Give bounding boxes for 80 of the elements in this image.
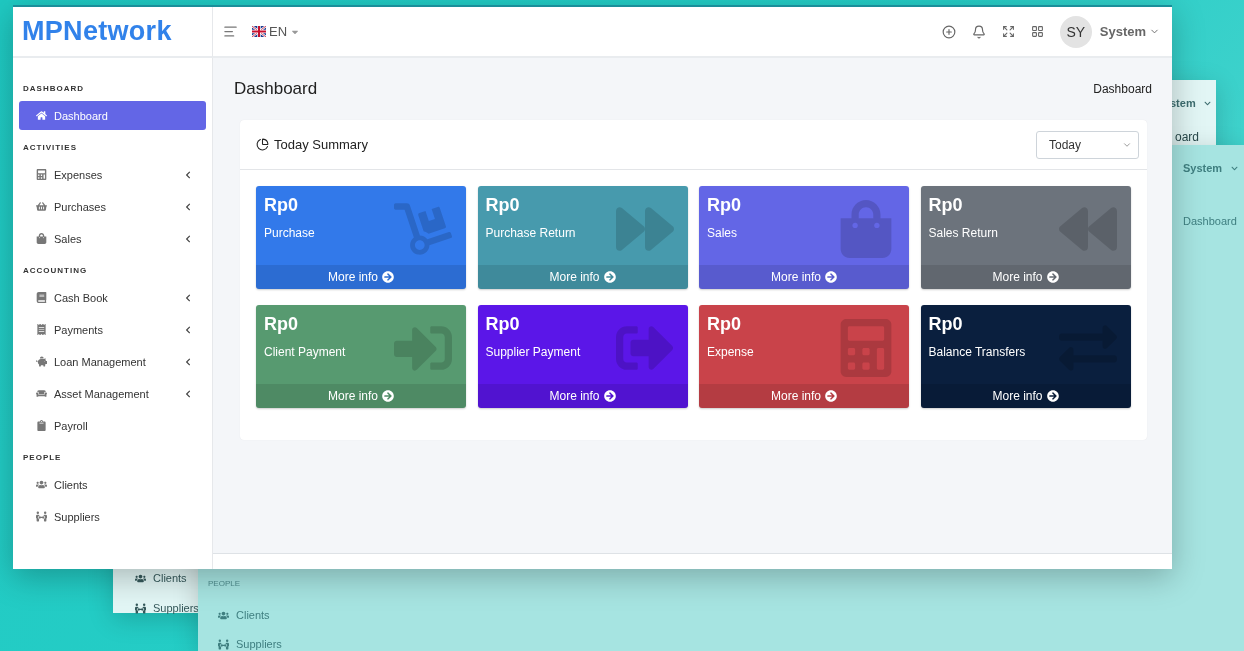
card-amount: Rp0 <box>928 314 964 335</box>
more-info-link[interactable]: More info <box>256 384 466 408</box>
card-label: Purchase Return <box>485 226 577 240</box>
sidebar-item[interactable]: Sales <box>19 224 206 253</box>
panel-title: Today Summary <box>256 137 368 152</box>
card-label: Supplier Payment <box>485 345 582 359</box>
plus-circle-icon[interactable] <box>941 24 956 39</box>
card-amount: Rp0 <box>264 195 299 216</box>
pie-chart-icon <box>256 138 269 151</box>
breadcrumb: Dashboard <box>1093 82 1152 96</box>
user-menu[interactable]: System <box>1099 24 1160 39</box>
sidebar-item[interactable]: Dashboard <box>19 101 206 130</box>
card-label: Balance Transfers <box>928 345 1027 359</box>
breadcrumb: oard <box>1175 130 1200 144</box>
chevron-down-icon <box>1204 100 1211 107</box>
piggy-bank-icon <box>36 356 47 367</box>
sidebar-item[interactable]: Payments <box>19 315 206 344</box>
clipboard-icon <box>36 420 47 431</box>
sidebar-item[interactable]: Clients <box>19 470 206 499</box>
page-title: Dashboard <box>234 79 318 99</box>
hand-truck-icon <box>394 200 452 258</box>
more-info-link[interactable]: More info <box>477 265 688 289</box>
more-info-link[interactable]: More info <box>699 265 909 289</box>
book-icon <box>36 292 47 303</box>
users-icon <box>135 573 146 584</box>
fullscreen-icon[interactable] <box>1001 25 1015 38</box>
chevron-down-icon <box>1231 165 1238 172</box>
card-label: Sales <box>707 226 739 240</box>
card-label: Expense <box>707 345 755 359</box>
language-selector[interactable]: EN <box>252 24 301 39</box>
period-select[interactable]: Today <box>1036 130 1139 159</box>
sidebar-item[interactable]: Asset Management <box>19 379 206 408</box>
card-amount: Rp0 <box>264 314 299 335</box>
sidebar-item[interactable]: Loan Management <box>19 347 206 376</box>
house-icon <box>36 110 47 121</box>
avatar[interactable]: SY <box>1059 15 1092 48</box>
more-info-link[interactable]: More info <box>477 384 688 408</box>
card-amount: Rp0 <box>485 314 521 335</box>
bell-icon[interactable] <box>971 24 986 39</box>
sidebar-item[interactable]: Suppliers <box>19 502 206 531</box>
bag-icon <box>36 233 47 244</box>
people-icon <box>218 639 229 650</box>
people-icon <box>135 603 146 614</box>
user-name: System <box>1183 162 1223 174</box>
card-label: Client Payment <box>264 345 347 359</box>
couch-icon <box>36 388 47 399</box>
more-info-link[interactable]: More info <box>699 384 909 408</box>
card-amount: Rp0 <box>707 195 742 216</box>
calculator-icon <box>36 169 47 180</box>
section-title: ACCOUNTING <box>22 265 89 277</box>
more-info-link[interactable]: More info <box>920 265 1131 289</box>
section-title: PEOPLE <box>208 579 240 588</box>
users-icon <box>218 610 229 621</box>
basket-icon <box>36 201 47 212</box>
sidebar-item[interactable]: Payroll <box>19 411 206 440</box>
section-title: PEOPLE <box>22 452 63 464</box>
flag-icon <box>252 26 266 37</box>
users-icon <box>36 479 47 490</box>
receipt-icon <box>36 324 47 335</box>
card-label: Sales Return <box>928 226 999 240</box>
card-amount: Rp0 <box>707 314 742 335</box>
card-amount: Rp0 <box>485 195 521 216</box>
grid-icon[interactable] <box>1030 25 1044 38</box>
sidebar-item[interactable]: Expenses <box>19 160 206 189</box>
card-label: Purchase <box>264 226 316 240</box>
breadcrumb: Dashboard <box>1183 215 1237 227</box>
sidebar-item: Clients <box>153 572 187 584</box>
sidebar-item: Suppliers <box>153 602 199 614</box>
logo: MPNetwork <box>22 16 172 47</box>
sidebar-item[interactable]: Cash Book <box>19 283 206 312</box>
menu-icon[interactable] <box>223 24 238 39</box>
more-info-link[interactable]: More info <box>920 384 1131 408</box>
more-info-link[interactable]: More info <box>256 265 466 289</box>
section-title: DASHBOARD <box>22 83 85 95</box>
people-icon <box>36 511 47 522</box>
card-amount: Rp0 <box>928 195 964 216</box>
sidebar-item: Suppliers <box>236 638 282 650</box>
sidebar-item[interactable]: Purchases <box>19 192 206 221</box>
sidebar-item: Clients <box>236 609 270 621</box>
section-title: ACTIVITIES <box>22 142 78 154</box>
